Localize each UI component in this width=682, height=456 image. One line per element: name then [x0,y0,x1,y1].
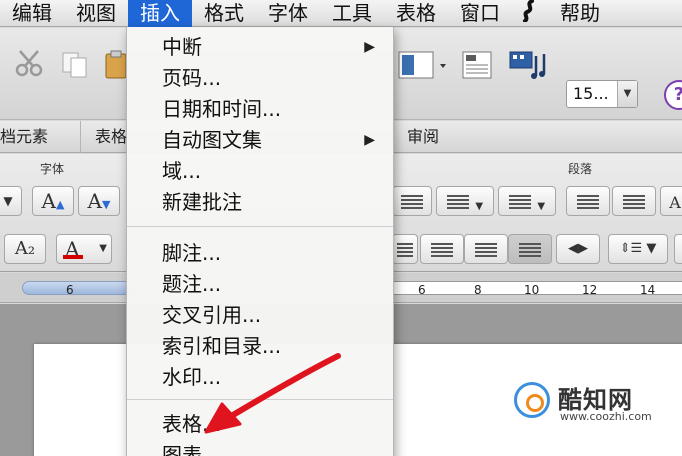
menu-item-label: 中断 [162,35,202,59]
menu-help[interactable]: 帮助 [548,0,612,27]
menu-item-label: 新建批注 [162,190,242,214]
bullets-button[interactable] [392,186,432,216]
align-center-button[interactable] [420,234,464,264]
multilevel-list-button[interactable]: ▼ [498,186,556,216]
menu-item-chart[interactable]: 图表 [127,440,393,456]
menu-item-label: 自动图文集 [162,128,262,152]
tab-document-elements[interactable]: 档元素 [0,121,48,153]
menu-window[interactable]: 窗口 [448,0,512,27]
document-view-icon[interactable] [460,50,494,87]
decrease-indent-icon [577,195,599,209]
chevron-down-icon[interactable]: ▼ [617,81,637,107]
grow-font-button[interactable]: A▲ [32,186,74,216]
ruler-number: 10 [524,283,540,297]
line-spacing-button[interactable]: ⇕☰ ▼ [608,234,668,264]
menu-item-new-comment[interactable]: 新建批注 [127,187,393,218]
menu-format[interactable]: 格式 [192,0,256,27]
submenu-arrow-icon: ▶ [364,39,375,55]
script-icon[interactable] [512,0,548,27]
tab-tables[interactable]: 表格 [80,121,127,153]
menu-item-label: 页码... [162,66,222,90]
distribute-button[interactable]: ◀▶ [556,234,600,264]
bullet-list-icon [401,195,423,209]
menu-insert[interactable]: 插入 [128,0,192,27]
menu-item-cross-reference[interactable]: 交叉引用... [127,300,393,331]
menu-item-label: 脚注... [162,241,222,265]
menu-item-label: 表格... [162,412,222,436]
subscript-label: A₂ [14,238,36,259]
group-paragraph-label: 段落 [568,162,593,176]
font-color-swatch [63,255,83,259]
menu-tools[interactable]: 工具 [320,0,384,27]
menu-item-label: 题注... [162,272,222,296]
menu-item-page-numbers[interactable]: 页码... [127,63,393,94]
columns-icon[interactable] [398,50,450,87]
menu-item-label: 水印... [162,365,222,389]
tab-review[interactable]: 审阅 [392,121,439,153]
menu-view[interactable]: 视图 [64,0,128,27]
paste-icon[interactable] [104,50,128,87]
font-color-button[interactable]: A ▼ [56,234,112,264]
align-right-button[interactable] [464,234,508,264]
subscript-button[interactable]: A₂ [4,234,46,264]
numbering-button[interactable]: ▼ [436,186,494,216]
shrink-font-button[interactable]: A▼ [78,186,120,216]
menu-item-label: 域... [162,159,202,183]
menu-font[interactable]: 字体 [256,0,320,27]
copy-icon[interactable] [60,50,90,87]
align-right-icon [475,243,497,257]
submenu-arrow-icon: ▶ [364,132,375,148]
menu-item-index-toc[interactable]: 索引和目录... [127,331,393,362]
ruler-number: 14 [640,283,656,297]
menu-item-watermark[interactable]: 水印... [127,362,393,393]
media-icon[interactable] [508,48,548,89]
ruler-number: 6 [66,283,74,297]
font-size-value: 15... [573,84,609,103]
shrink-font-label: A [87,189,102,213]
ruler-margin-left [22,281,134,295]
menu-item-label: 日期和时间... [162,97,282,121]
menu-item-label: 交叉引用... [162,303,262,327]
menu-edit[interactable]: 编辑 [0,0,64,27]
menu-item-caption[interactable]: 题注... [127,269,393,300]
cut-icon[interactable] [14,48,44,85]
grow-font-label: A [41,189,56,213]
font-size-select[interactable]: 15... ▼ [566,80,638,108]
multilevel-list-icon [508,195,531,209]
menu-item-label: 图表 [162,443,202,456]
watermark: 酷知网 www.coozhi.com [514,378,674,430]
align-left-icon [397,243,413,257]
menu-item-break[interactable]: 中断 ▶ [127,32,393,63]
decrease-indent-button[interactable] [566,186,610,216]
menu-table[interactable]: 表格 [384,0,448,27]
align-left-button[interactable] [392,234,418,264]
menu-bar: 编辑 视图 插入 格式 字体 工具 表格 窗口 帮助 [0,0,682,27]
menu-separator [127,226,393,227]
numbered-list-icon [446,195,469,209]
font-name-chevron-icon[interactable]: ▼ [0,186,22,216]
sort-button[interactable]: A [660,186,682,216]
help-icon[interactable]: ? [664,80,682,110]
menu-item-label: 索引和目录... [162,334,282,358]
menu-item-field[interactable]: 域... [127,156,393,187]
menu-separator [127,399,393,400]
insert-menu: 中断 ▶ 页码... 日期和时间... 自动图文集 ▶ 域... 新建批注 脚注… [126,27,394,456]
menu-item-autotext[interactable]: 自动图文集 ▶ [127,125,393,156]
increase-indent-icon [623,195,645,209]
justify-icon [519,243,541,257]
coozhi-logo-icon [514,382,550,418]
align-center-icon [431,243,453,257]
ribbon-overflow-button[interactable] [674,234,682,264]
menu-item-footnote[interactable]: 脚注... [127,238,393,269]
chevron-down-icon: ▼ [99,243,107,254]
ruler-number: 8 [474,283,482,297]
justify-button[interactable] [508,234,552,264]
watermark-url: www.coozhi.com [560,410,652,423]
menu-item-table[interactable]: 表格... [127,409,393,440]
ruler-number: 12 [582,283,598,297]
ruler-number: 6 [418,283,426,297]
group-font-label: 字体 [40,162,65,176]
increase-indent-button[interactable] [612,186,656,216]
menu-item-date-time[interactable]: 日期和时间... [127,94,393,125]
